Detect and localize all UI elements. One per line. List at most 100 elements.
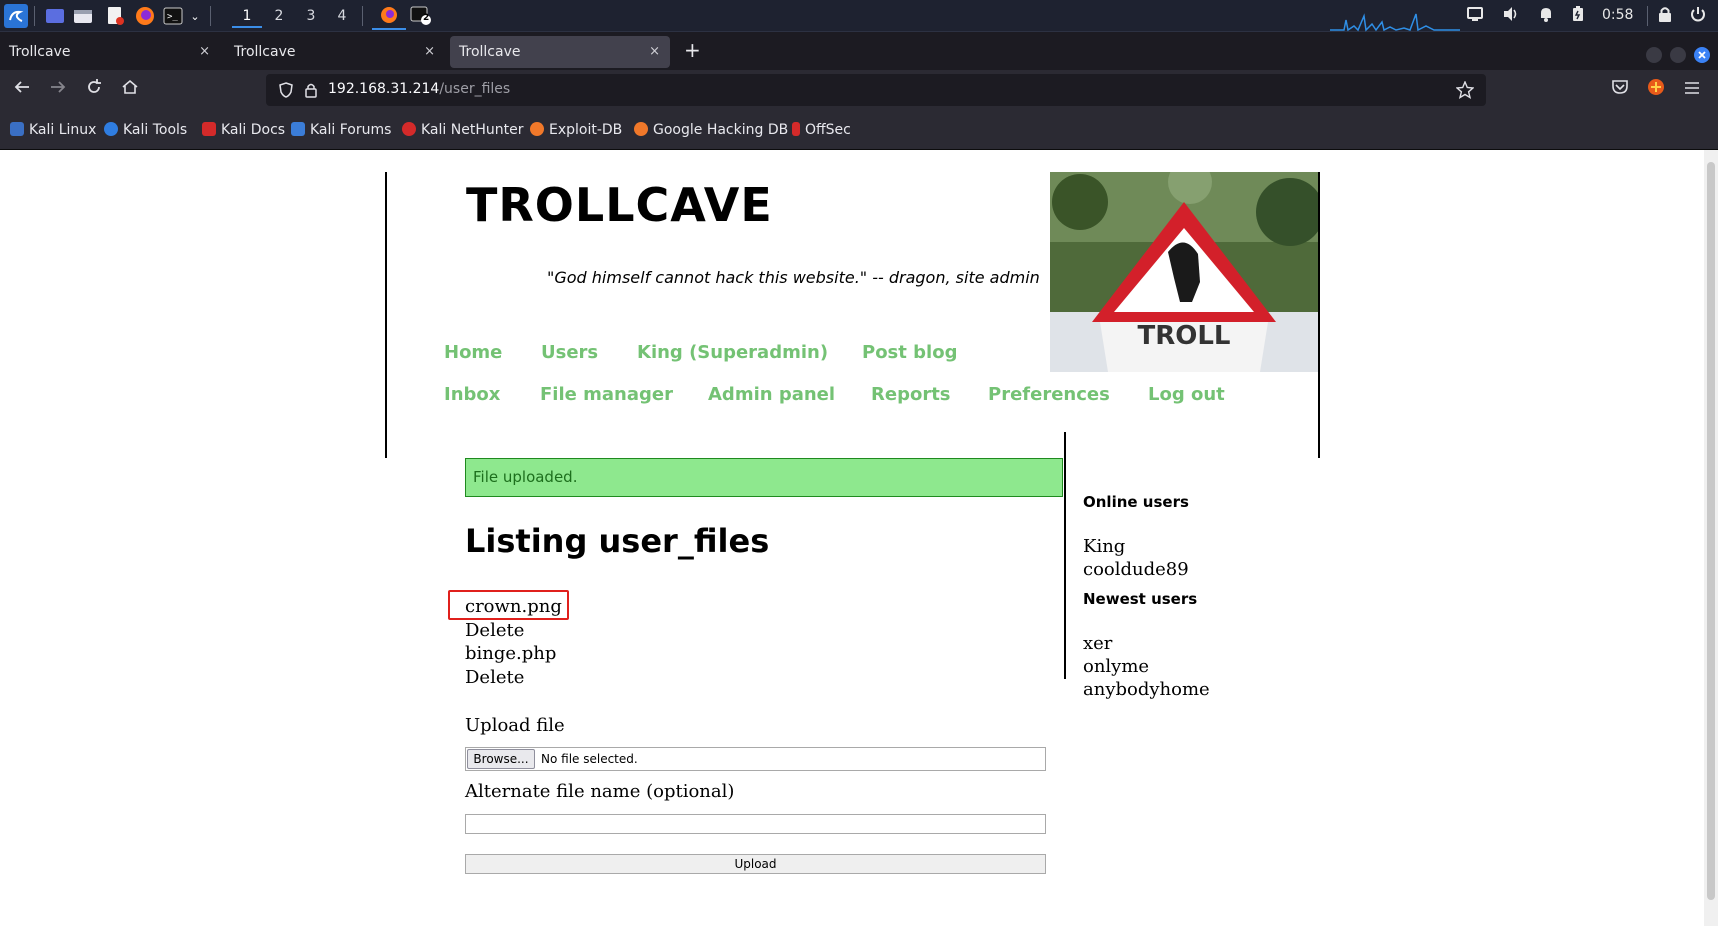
nav-inbox[interactable]: Inbox xyxy=(444,384,500,405)
nav-reports[interactable]: Reports xyxy=(871,384,951,405)
web-page: TROLLCAVE "God himself cannot hack this … xyxy=(0,150,1718,926)
page-scrollbar[interactable] xyxy=(1704,150,1718,926)
browser-tab[interactable]: Trollcave × xyxy=(225,36,445,68)
kali-tools-icon xyxy=(104,122,118,136)
volume-icon[interactable] xyxy=(1502,6,1520,26)
firefox-window-button[interactable] xyxy=(372,2,406,30)
file-link-binge[interactable]: binge.php xyxy=(465,643,556,664)
nav-log-out[interactable]: Log out xyxy=(1148,384,1225,405)
taskbar-separator xyxy=(210,6,211,26)
reload-icon[interactable] xyxy=(82,78,106,102)
workspace-1[interactable]: 1 xyxy=(232,4,262,28)
bookmark-kali-tools[interactable]: Kali Tools xyxy=(104,122,187,138)
newest-user-link[interactable]: onlyme xyxy=(1083,656,1149,677)
bookmark-google-hacking-db[interactable]: Google Hacking DB xyxy=(634,122,788,138)
nav-users[interactable]: Users xyxy=(541,342,598,363)
nav-home[interactable]: Home xyxy=(444,342,502,363)
url-path: /user_files xyxy=(439,81,511,97)
extension-icon[interactable] xyxy=(1644,78,1668,102)
workspace-3[interactable]: 3 xyxy=(296,4,326,28)
bell-icon[interactable] xyxy=(1538,6,1554,26)
kali-menu-icon[interactable] xyxy=(4,4,28,28)
online-user-link[interactable]: King xyxy=(1083,536,1125,557)
nav-admin-panel[interactable]: Admin panel xyxy=(708,384,835,405)
bookmark-star-icon[interactable] xyxy=(1455,80,1475,103)
ghdb-icon xyxy=(634,122,648,136)
system-taskbar: >_ ⌄ 1 2 3 4 2 0:58 xyxy=(0,0,1718,32)
newest-user-link[interactable]: anybodyhome xyxy=(1083,679,1210,700)
bookmark-label: Kali NetHunter xyxy=(421,122,524,138)
url-text[interactable]: 192.168.31.214/user_files xyxy=(328,81,510,97)
nav-file-manager[interactable]: File manager xyxy=(540,384,673,405)
nav-preferences[interactable]: Preferences xyxy=(988,384,1110,405)
bookmark-offsec[interactable]: OffSec xyxy=(792,122,851,138)
sidebar-divider xyxy=(1064,432,1066,679)
lock-icon[interactable] xyxy=(1658,6,1672,26)
clock[interactable]: 0:58 xyxy=(1602,7,1633,23)
home-icon[interactable] xyxy=(118,78,142,102)
newest-user-link[interactable]: xer xyxy=(1083,633,1112,654)
forward-arrow-icon[interactable] xyxy=(46,78,70,102)
newest-users-heading: Newest users xyxy=(1083,590,1198,608)
nav-king-superadmin[interactable]: King (Superadmin) xyxy=(637,342,828,363)
tab-title: Trollcave xyxy=(459,44,521,60)
alternate-name-input[interactable] xyxy=(465,814,1046,834)
bookmark-label: Google Hacking DB xyxy=(653,122,789,138)
exploit-db-icon xyxy=(530,122,544,136)
troll-sign-image: TROLL xyxy=(1050,172,1318,372)
tab-title: Trollcave xyxy=(9,44,71,60)
online-users-heading: Online users xyxy=(1083,493,1189,511)
upload-button[interactable]: Upload xyxy=(465,854,1046,874)
back-arrow-icon[interactable] xyxy=(10,78,34,102)
tab-title: Trollcave xyxy=(234,44,296,60)
browse-button[interactable]: Browse... xyxy=(467,749,535,769)
kali-forums-icon xyxy=(291,122,305,136)
close-window-button[interactable] xyxy=(1694,47,1710,63)
lock-icon[interactable] xyxy=(304,82,318,102)
annotation-highlight-box xyxy=(448,590,569,620)
online-user-link[interactable]: cooldude89 xyxy=(1083,559,1189,580)
text-editor-icon[interactable] xyxy=(104,5,126,27)
bookmark-label: Exploit-DB xyxy=(549,122,623,138)
hamburger-menu-icon[interactable] xyxy=(1680,78,1704,102)
minimize-button[interactable] xyxy=(1646,47,1662,63)
file-manager-icon[interactable] xyxy=(72,5,94,27)
address-bar[interactable]: 192.168.31.214/user_files xyxy=(266,74,1486,106)
power-icon[interactable] xyxy=(1690,6,1706,26)
no-file-status: No file selected. xyxy=(541,752,638,766)
bookmark-kali-forums[interactable]: Kali Forums xyxy=(291,122,391,138)
kali-docs-icon xyxy=(202,122,216,136)
upload-success-alert: File uploaded. xyxy=(465,458,1063,497)
chevron-down-icon[interactable]: ⌄ xyxy=(184,5,206,27)
battery-icon[interactable] xyxy=(1572,6,1584,26)
browser-tab-strip: Trollcave × Trollcave × Trollcave × + xyxy=(0,32,1718,70)
bookmark-label: Kali Forums xyxy=(310,122,392,138)
maximize-button[interactable] xyxy=(1670,47,1686,63)
bookmark-kali-nethunter[interactable]: Kali NetHunter xyxy=(402,122,523,138)
bookmark-kali-docs[interactable]: Kali Docs xyxy=(202,122,285,138)
delete-binge-link[interactable]: Delete xyxy=(465,667,524,688)
show-desktop-icon[interactable] xyxy=(44,5,66,27)
close-tab-icon[interactable]: × xyxy=(649,36,660,68)
display-icon[interactable] xyxy=(1466,6,1484,26)
file-picker-input[interactable]: Browse... No file selected. xyxy=(465,747,1046,771)
firefox-icon[interactable] xyxy=(134,5,156,27)
delete-crown-link[interactable]: Delete xyxy=(465,620,524,641)
browser-tab[interactable]: Trollcave × xyxy=(0,36,220,68)
terminal-icon[interactable]: >_ xyxy=(162,5,184,27)
bookmark-exploit-db[interactable]: Exploit-DB xyxy=(530,122,622,138)
new-tab-button[interactable]: + xyxy=(684,38,701,62)
taskbar-separator xyxy=(1647,6,1648,26)
close-tab-icon[interactable]: × xyxy=(199,36,210,68)
nav-post-blog[interactable]: Post blog xyxy=(862,342,957,363)
terminal-window-button[interactable]: 2 xyxy=(410,5,432,27)
scrollbar-thumb[interactable] xyxy=(1707,162,1715,900)
workspace-4[interactable]: 4 xyxy=(327,4,357,28)
site-title: TROLLCAVE xyxy=(466,178,773,232)
pocket-icon[interactable] xyxy=(1608,78,1632,102)
browser-tab-active[interactable]: Trollcave × xyxy=(450,36,670,68)
close-tab-icon[interactable]: × xyxy=(424,36,435,68)
bookmark-kali-linux[interactable]: Kali Linux xyxy=(10,122,96,138)
shield-icon[interactable] xyxy=(278,82,294,102)
workspace-2[interactable]: 2 xyxy=(264,4,294,28)
